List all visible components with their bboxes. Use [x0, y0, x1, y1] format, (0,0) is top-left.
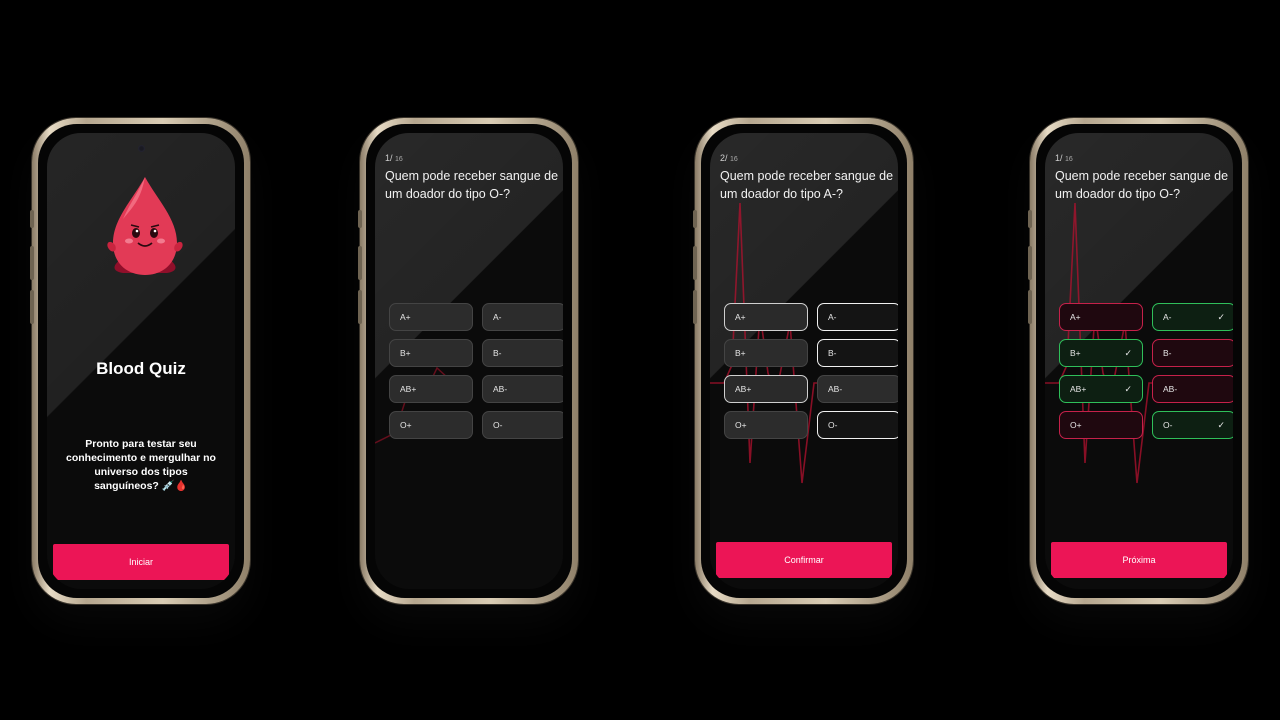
side-button	[693, 210, 697, 228]
phone-bezel: 1/ 16 Quem pode receber sangue de um doa…	[366, 124, 572, 598]
question-counter: 1/ 16	[1055, 153, 1073, 163]
option-a-positive[interactable]: A+	[1059, 303, 1143, 331]
option-a-negative[interactable]: A-	[817, 303, 898, 331]
phone-bezel: Blood Quiz Pronto para testar seu conhec…	[38, 124, 244, 598]
checkmark-icon: ✓	[1217, 311, 1225, 322]
quiz-screen: 2/ 16 Quem pode receber sangue de um doa…	[710, 133, 898, 589]
option-a-positive[interactable]: A+	[389, 303, 473, 331]
phone-home: Blood Quiz Pronto para testar seu conhec…	[30, 118, 250, 604]
checkmark-icon: ✓	[1217, 419, 1225, 430]
quiz-screen: 1/ 16 Quem pode receber sangue de um doa…	[375, 133, 563, 589]
side-button	[1028, 290, 1032, 324]
question-text: Quem pode receber sangue de um doador do…	[385, 169, 559, 201]
side-button	[358, 246, 362, 280]
checkmark-icon: ✓	[1124, 347, 1132, 358]
option-ab-negative[interactable]: AB-	[817, 375, 898, 403]
option-a-positive[interactable]: A+	[724, 303, 808, 331]
home-screen: Blood Quiz Pronto para testar seu conhec…	[47, 133, 235, 589]
option-o-negative[interactable]: O-	[482, 411, 563, 439]
question-counter: 2/ 16	[720, 153, 738, 163]
option-ab-positive[interactable]: AB+	[724, 375, 808, 403]
option-b-negative[interactable]: B-	[482, 339, 563, 367]
option-b-positive[interactable]: B+	[389, 339, 473, 367]
answer-options: A+ A- B+ B- AB+ AB- O+ O-	[724, 303, 898, 439]
quiz-screen: 1/ 16 Quem pode receber sangue de um doa…	[1045, 133, 1233, 589]
option-ab-positive[interactable]: AB+ ✓	[1059, 375, 1143, 403]
option-b-negative[interactable]: B-	[1152, 339, 1233, 367]
side-button	[30, 246, 34, 280]
front-camera	[138, 145, 145, 152]
phone-quiz-result: 1/ 16 Quem pode receber sangue de um doa…	[1028, 118, 1248, 604]
answer-options: A+ A- B+ B- AB+ AB- O+ O-	[389, 303, 563, 439]
side-button	[30, 290, 34, 324]
option-b-positive[interactable]: B+	[724, 339, 808, 367]
option-ab-negative[interactable]: AB-	[1152, 375, 1233, 403]
option-o-positive[interactable]: O+	[389, 411, 473, 439]
option-ab-positive[interactable]: AB+	[389, 375, 473, 403]
side-button	[693, 290, 697, 324]
side-button	[1028, 246, 1032, 280]
welcome-message: Pronto para testar seu conhecimento e me…	[66, 438, 216, 492]
side-button	[693, 246, 697, 280]
checkmark-icon: ✓	[1124, 383, 1132, 394]
option-b-negative[interactable]: B-	[817, 339, 898, 367]
option-o-positive[interactable]: O+	[724, 411, 808, 439]
side-button	[1028, 210, 1032, 228]
option-o-positive[interactable]: O+	[1059, 411, 1143, 439]
option-o-negative[interactable]: O-	[817, 411, 898, 439]
option-a-negative[interactable]: A- ✓	[1152, 303, 1233, 331]
phone-quiz-selected: 2/ 16 Quem pode receber sangue de um doa…	[693, 118, 913, 604]
question-text: Quem pode receber sangue de um doador do…	[720, 169, 894, 201]
question-counter: 1/ 16	[385, 153, 403, 163]
phone-bezel: 1/ 16 Quem pode receber sangue de um doa…	[1036, 124, 1242, 598]
start-button[interactable]: Iniciar	[53, 544, 229, 580]
side-button	[358, 210, 362, 228]
side-button	[30, 210, 34, 228]
question-text: Quem pode receber sangue de um doador do…	[1055, 169, 1229, 201]
phone-bezel: 2/ 16 Quem pode receber sangue de um doa…	[701, 124, 907, 598]
app-title: Blood Quiz	[96, 359, 186, 378]
option-ab-negative[interactable]: AB-	[482, 375, 563, 403]
confirm-button[interactable]: Confirmar	[716, 542, 892, 578]
blood-drop-mascot-icon	[107, 177, 183, 275]
side-button	[358, 290, 362, 324]
option-b-positive[interactable]: B+ ✓	[1059, 339, 1143, 367]
option-o-negative[interactable]: O- ✓	[1152, 411, 1233, 439]
answer-options: A+ A- ✓ B+ ✓ B- AB+ ✓ AB- O+ O- ✓	[1059, 303, 1233, 439]
next-button[interactable]: Próxima	[1051, 542, 1227, 578]
option-a-negative[interactable]: A-	[482, 303, 563, 331]
phone-quiz-unanswered: 1/ 16 Quem pode receber sangue de um doa…	[358, 118, 578, 604]
